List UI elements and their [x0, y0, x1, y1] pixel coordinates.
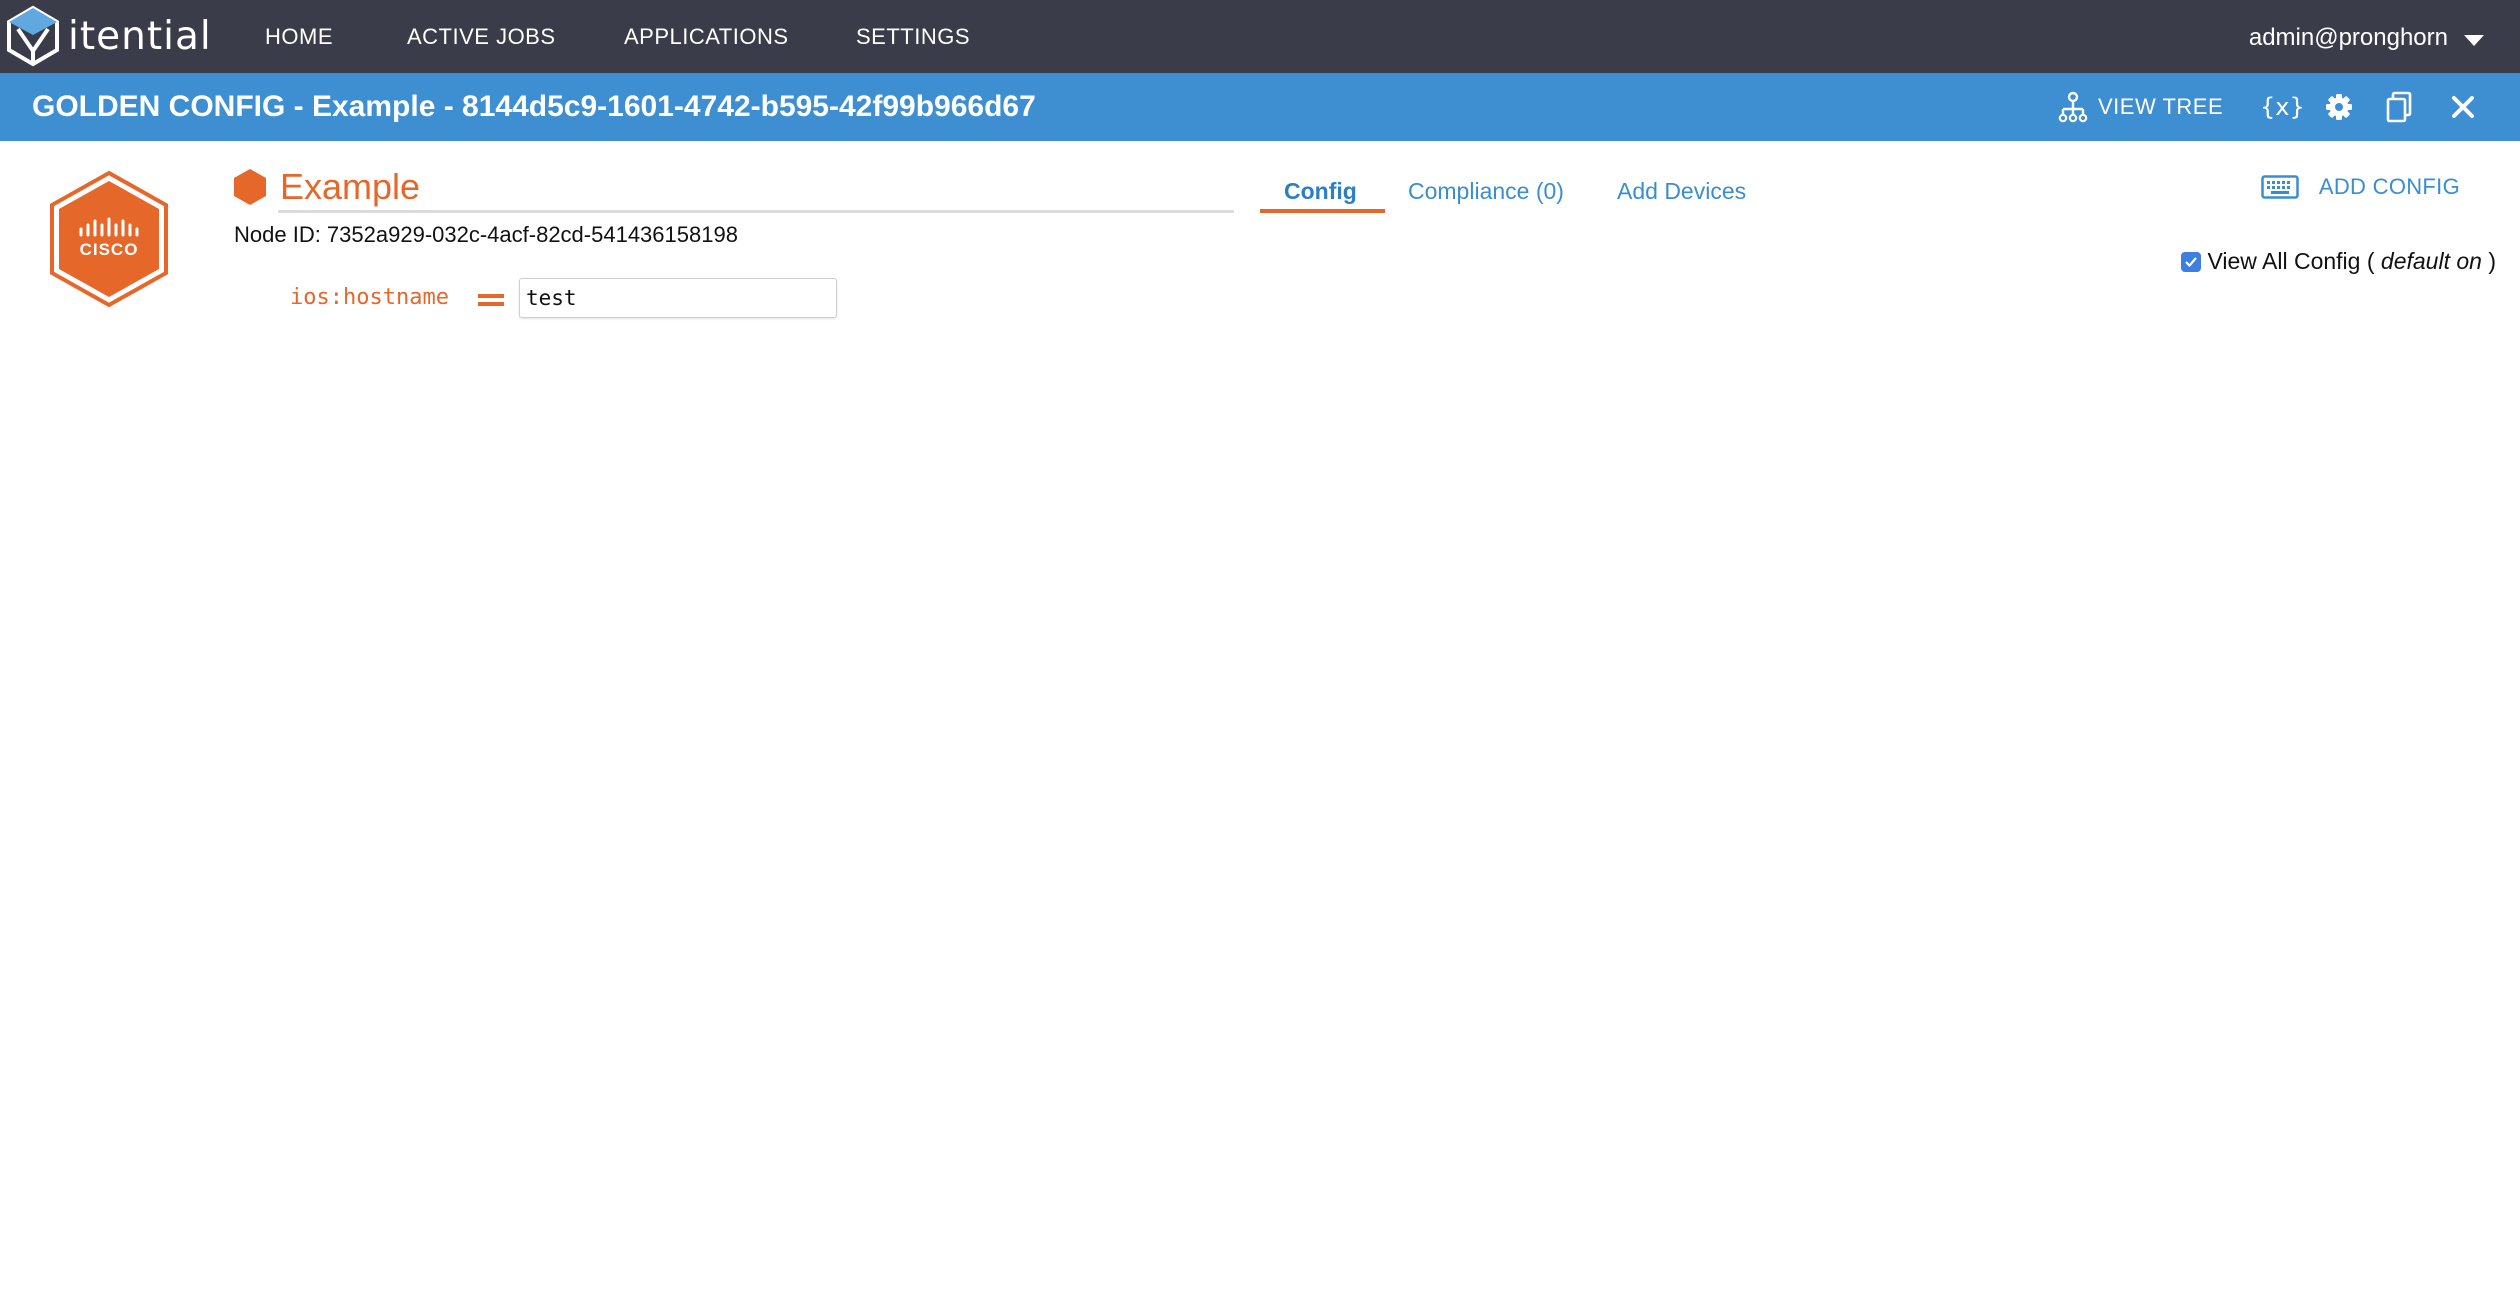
keyboard-icon [2261, 175, 2299, 199]
node-hexagon-icon [234, 169, 266, 205]
tab-add-devices[interactable]: Add Devices [1617, 178, 1746, 205]
view-tree-button[interactable]: VIEW TREE [2058, 89, 2223, 125]
node-id: Node ID: 7352a929-032c-4acf-82cd-5414361… [234, 222, 738, 247]
nav-settings[interactable]: SETTINGS [856, 24, 970, 50]
nav-applications[interactable]: APPLICATIONS [624, 24, 789, 50]
itential-logo-icon [7, 5, 59, 67]
add-config-button[interactable]: ADD CONFIG [2261, 174, 2460, 200]
cisco-device-icon: CISCO [50, 170, 168, 308]
title-bar: GOLDEN CONFIG - Example - 8144d5c9-1601-… [0, 73, 2520, 141]
view-all-default-label: default on [2380, 248, 2482, 274]
page-title: GOLDEN CONFIG - Example - 8144d5c9-1601-… [32, 90, 1036, 123]
brand-logo[interactable]: itential [4, 5, 212, 67]
user-menu[interactable]: admin@pronghorn [2249, 24, 2484, 52]
close-button[interactable] [2450, 89, 2476, 125]
close-icon [2452, 96, 2474, 118]
view-all-config-label: View All Config ( [2207, 248, 2375, 274]
nav-home[interactable]: HOME [265, 24, 333, 50]
clone-button[interactable] [2385, 89, 2413, 125]
variables-icon: {x} [2260, 93, 2305, 121]
view-all-close-paren: ) [2488, 248, 2496, 274]
brand-name: itential [68, 13, 212, 59]
top-nav: itential HOME ACTIVE JOBS APPLICATIONS S… [0, 0, 2520, 73]
add-config-label: ADD CONFIG [2318, 174, 2460, 199]
node-title-underline [278, 210, 1234, 213]
tree-icon [2058, 91, 2088, 123]
tab-compliance[interactable]: Compliance (0) [1408, 178, 1564, 205]
config-key: ios:hostname [290, 285, 449, 310]
chevron-down-icon [2464, 34, 2484, 46]
nav-active-jobs[interactable]: ACTIVE JOBS [407, 24, 556, 50]
node-title: Example [280, 166, 421, 207]
checkmark-icon [2185, 256, 2198, 267]
user-name: admin@pronghorn [2248, 24, 2448, 51]
config-value-input[interactable] [519, 278, 837, 318]
settings-button[interactable] [2325, 89, 2353, 125]
active-tab-indicator [1260, 209, 1385, 213]
variables-button[interactable]: {x} [2260, 89, 2305, 125]
view-all-config-checkbox[interactable] [2181, 251, 2202, 272]
equals-icon: = [478, 294, 504, 306]
view-all-config-toggle: View All Config ( default on ) [2181, 248, 2496, 275]
tab-config[interactable]: Config [1284, 178, 1357, 205]
view-tree-label: VIEW TREE [2098, 94, 2224, 119]
device-logo-text: CISCO [80, 240, 139, 259]
copy-icon [2386, 91, 2412, 123]
gear-icon [2326, 94, 2352, 120]
